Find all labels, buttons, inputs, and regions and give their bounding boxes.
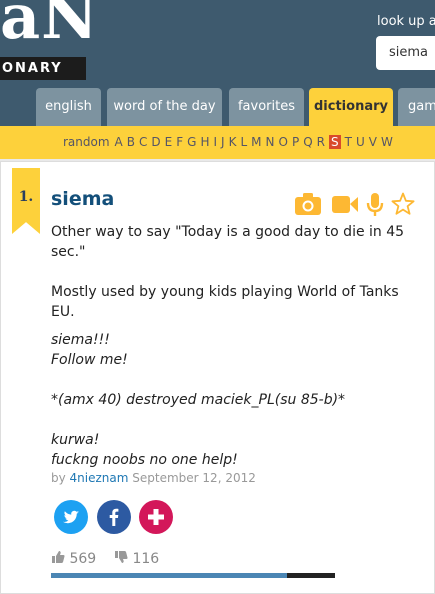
post-date: September 12, 2012 [132,471,256,485]
alphabet-bar: random ABCDEFGHIJKLMNOPQRSTUVW [0,126,435,159]
example-line: Follow me! [51,352,128,368]
downvote-fill [286,573,335,578]
definition-example: siema!!! Follow me! *(amx 40) destroyed … [51,330,411,470]
letter-link-t[interactable]: T [345,135,352,149]
word-title[interactable]: siema [51,188,114,210]
upvote-count: 569 [69,551,97,567]
twitter-icon [63,510,79,524]
tab-favorites[interactable]: favorites [229,88,304,126]
letter-link-i[interactable]: I [213,135,217,149]
letter-link-k[interactable]: K [229,135,237,149]
meaning-line: Other way to say "Today is a good day to… [51,224,405,260]
video-icon[interactable] [331,192,359,216]
tab-dictionary[interactable]: dictionary [309,88,393,126]
letter-link-a[interactable]: A [115,135,123,149]
tab-word-of-the-day[interactable]: word of the day [107,88,222,126]
downvote-count: 116 [132,551,160,567]
thumbs-down-icon [115,551,128,563]
downvote-button[interactable]: 116 [114,551,159,567]
thumbs-up-icon [52,551,65,563]
lookup-label: look up a [377,14,435,29]
logo[interactable]: aN [0,0,99,48]
rank-ribbon: 1. [12,168,40,234]
facebook-share-button[interactable] [97,500,131,534]
microphone-icon[interactable] [365,192,385,218]
example-line: siema!!! [51,332,110,348]
letter-link-j[interactable]: J [221,135,225,149]
letter-link-v[interactable]: V [369,135,377,149]
vote-counts: 569 116 [51,550,159,567]
site-header: aN ONARY look up a siema english word of… [0,0,435,126]
star-icon[interactable] [391,192,415,216]
letter-link-e[interactable]: E [165,135,173,149]
twitter-share-button[interactable] [54,500,88,534]
letter-link-b[interactable]: B [127,135,135,149]
letter-link-m[interactable]: M [251,135,261,149]
author-link[interactable]: 4nieznam [70,471,129,485]
camera-icon[interactable] [294,192,322,216]
letter-link-l[interactable]: L [240,135,247,149]
letter-link-h[interactable]: H [200,135,209,149]
letter-link-f[interactable]: F [176,135,183,149]
letter-link-s[interactable]: S [328,135,341,149]
tab-english[interactable]: english [36,88,101,126]
letter-link-u[interactable]: U [356,135,365,149]
letter-link-r[interactable]: R [317,135,325,149]
meaning-line: Mostly used by young kids playing World … [51,284,399,320]
definition-meaning: Other way to say "Today is a good day to… [51,222,411,342]
definition-card: 1. siema Other way to say "Today is a go… [0,161,435,594]
letter-link-g[interactable]: G [187,135,196,149]
letter-link-p[interactable]: P [292,135,299,149]
letter-link-o[interactable]: O [278,135,287,149]
letter-link-w[interactable]: W [381,135,393,149]
letter-link-d[interactable]: D [151,135,160,149]
example-line: fuckng noobs no one help! [51,452,238,468]
facebook-icon [109,508,119,526]
byline: by 4nieznam September 12, 2012 [51,471,256,485]
vote-ratio-bar [51,573,335,578]
by-label: by [51,471,66,485]
search-input[interactable]: siema [376,36,435,70]
more-share-button[interactable] [139,500,173,534]
example-line: *(amx 40) destroyed maciek_PL(su 85-b)* [51,392,346,408]
letter-link-n[interactable]: N [266,135,275,149]
letter-link-q[interactable]: Q [303,135,312,149]
tab-games[interactable]: gam [398,88,435,126]
rank-number: 1. [18,189,34,205]
random-link[interactable]: random [63,135,110,149]
plus-icon [148,509,164,525]
logo-subtitle: ONARY [0,57,86,80]
media-icons [294,192,419,220]
example-line: kurwa! [51,432,100,448]
upvote-button[interactable]: 569 [51,551,101,567]
letter-link-c[interactable]: C [139,135,147,149]
